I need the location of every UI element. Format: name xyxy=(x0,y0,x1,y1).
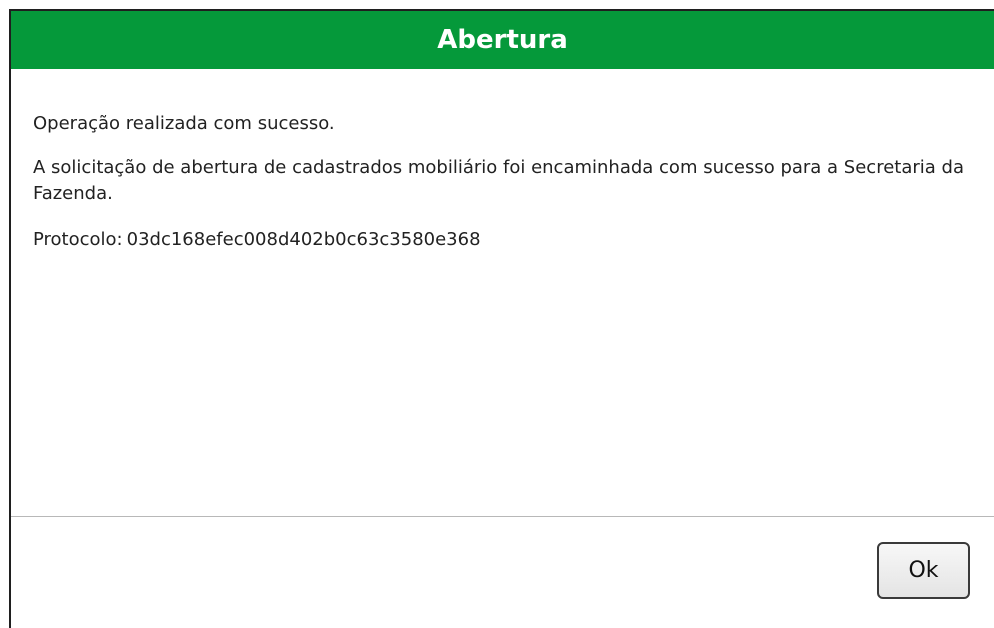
dialog-title: Abertura xyxy=(437,25,568,55)
protocol-label: Protocolo: xyxy=(33,229,123,250)
protocol-value: 03dc168efec008d402b0c63c3580e368 xyxy=(126,229,481,250)
detail-message: A solicitação de abertura de cadastrados… xyxy=(33,157,964,204)
dialog-title-bar: Abertura xyxy=(11,11,994,69)
dialog-content: Operação realizada com sucesso. A solici… xyxy=(33,111,984,253)
success-dialog: Abertura Operação realizada com sucesso.… xyxy=(9,9,994,628)
ok-button[interactable]: Ok xyxy=(877,542,970,599)
success-message: Operação realizada com sucesso. xyxy=(33,113,335,134)
protocol-line: Protocolo: 03dc168efec008d402b0c63c3580e3… xyxy=(33,227,984,253)
footer-divider xyxy=(11,516,994,517)
